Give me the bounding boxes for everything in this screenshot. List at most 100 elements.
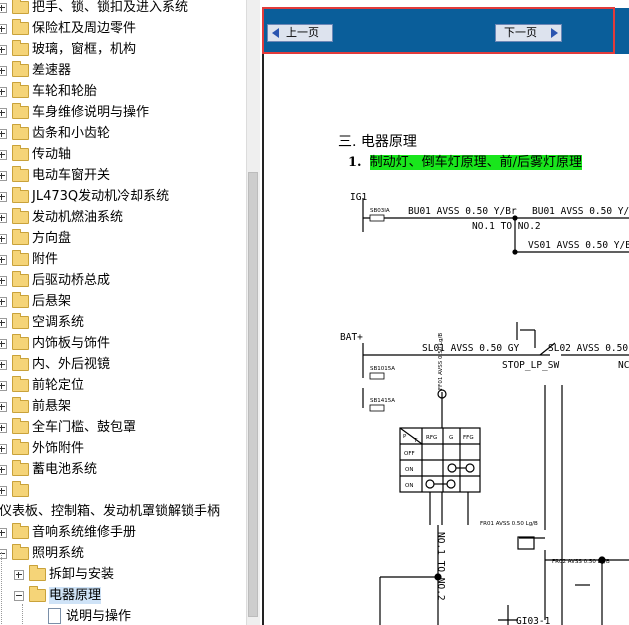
- subheading-number: 1.: [348, 155, 362, 170]
- folder-icon: [12, 82, 29, 98]
- expand-icon[interactable]: [0, 339, 7, 349]
- tree-item-label: 传动轴: [32, 147, 72, 162]
- folder-icon: [12, 208, 29, 224]
- tree-item-label: 保险杠及周边零件: [32, 21, 137, 36]
- collapse-icon[interactable]: [14, 591, 24, 601]
- folder-icon: [12, 40, 29, 56]
- tree-item-label: 电动车窗开关: [32, 168, 111, 183]
- expand-icon[interactable]: [0, 171, 7, 181]
- expand-icon[interactable]: [0, 528, 7, 538]
- arrow-right-icon: [551, 28, 558, 38]
- next-page-button[interactable]: 下一页: [495, 24, 562, 42]
- wiring-schematic: IG1 SB03IA BU01 AVSS 0.50 Y/Br BU01 AVSS…: [340, 192, 629, 625]
- wire-label-4: SL01 AVSS 0.50 GY: [422, 343, 520, 354]
- expand-icon[interactable]: [0, 381, 7, 391]
- table-ffg: FFG: [463, 435, 474, 441]
- expand-icon[interactable]: [0, 297, 7, 307]
- expand-icon[interactable]: [0, 423, 7, 433]
- tree-guide-line: [1, 552, 2, 625]
- tree-item-label: 拆卸与安装: [49, 567, 115, 582]
- battery-label: BAT+: [340, 332, 363, 343]
- tree-guide-line: [22, 604, 23, 625]
- tree-item-label: JL473Q发动机冷却系统: [32, 189, 170, 204]
- document-icon: [48, 608, 61, 624]
- expand-icon[interactable]: [0, 276, 7, 286]
- expand-icon[interactable]: [14, 570, 24, 580]
- tree-item-label: 前悬架: [32, 399, 72, 414]
- fuse2-label: SB1015A: [370, 366, 395, 372]
- wire-label-1: BU01 AVSS 0.50 Y/Br: [408, 206, 517, 217]
- folder-icon: [12, 229, 29, 245]
- tree-scrollbar[interactable]: [246, 0, 260, 625]
- expand-icon[interactable]: [0, 213, 7, 223]
- ig1-label: IG1: [350, 192, 367, 203]
- wire-vertical-2: FR01 AVSS 0.50 Lg/B: [480, 521, 538, 527]
- tree-item-label: 发动机燃油系统: [32, 210, 124, 225]
- table-on-2: ON: [405, 483, 413, 489]
- scrollbar-thumb[interactable]: [248, 172, 258, 617]
- folder-icon: [12, 292, 29, 308]
- tree-item-label: 外饰附件: [32, 441, 85, 456]
- tree-item-label: 后悬架: [32, 294, 72, 309]
- tree-item-label: 空调系统: [32, 315, 85, 330]
- expand-icon[interactable]: [0, 108, 7, 118]
- ground-label: GI03-1: [516, 616, 551, 625]
- table-t: T: [413, 438, 418, 444]
- expand-icon[interactable]: [0, 486, 7, 496]
- tree-item-label: 玻璃，窗框，机构: [32, 42, 137, 57]
- table-rfg: RFG: [426, 435, 437, 441]
- previous-page-label: 上一页: [286, 26, 319, 39]
- folder-icon: [12, 19, 29, 35]
- subheading-text[interactable]: 制动灯、倒车灯原理、前/后雾灯原理: [369, 155, 582, 170]
- expand-icon[interactable]: [0, 444, 7, 454]
- fuse3-label: SB1415A: [370, 398, 395, 404]
- expand-icon[interactable]: [0, 150, 7, 160]
- folder-icon: [12, 376, 29, 392]
- expand-icon[interactable]: [0, 192, 7, 202]
- navigation-tree[interactable]: 把手、锁、锁扣及进入系统 保险杠及周边零件 玻璃，窗框，机构 差速器车轮和轮胎车身维修…: [0, 0, 246, 625]
- expand-icon[interactable]: [0, 234, 7, 244]
- tree-item-label: 音响系统维修手册: [32, 525, 137, 540]
- folder-icon: [12, 355, 29, 371]
- expand-icon[interactable]: [0, 87, 7, 97]
- folder-icon: [12, 313, 29, 329]
- folder-icon: [29, 586, 46, 602]
- folder-icon: [12, 103, 29, 119]
- switch-label: STOP_LP_SW: [502, 360, 559, 371]
- folder-icon: [29, 565, 46, 581]
- folder-icon: [12, 187, 29, 203]
- tree-item-label: 后驱动桥总成: [32, 273, 111, 288]
- expand-icon[interactable]: [0, 129, 7, 139]
- expand-icon[interactable]: [0, 318, 7, 328]
- folder-icon: [12, 124, 29, 140]
- document-heading: 三. 电器原理: [338, 134, 417, 150]
- fuse1-label: SB03IA: [370, 208, 390, 214]
- tree-item-label: 方向盘: [32, 231, 72, 246]
- tree-item-label: 蓄电池系统: [32, 462, 98, 477]
- table-on-1: ON: [405, 467, 413, 473]
- tree-item-label: 电器原理: [49, 587, 102, 604]
- previous-page-button[interactable]: 上一页: [267, 24, 333, 42]
- expand-icon[interactable]: [0, 24, 7, 34]
- expand-icon[interactable]: [0, 45, 7, 55]
- document-subheading: 1. 制动灯、倒车灯原理、前/后雾灯原理: [348, 151, 582, 170]
- expand-icon[interactable]: [0, 255, 7, 265]
- tree-item-label: 车身维修说明与操作: [32, 105, 150, 120]
- expand-icon[interactable]: [0, 465, 7, 475]
- arrow-left-icon: [272, 28, 279, 38]
- content-divider: [262, 54, 264, 625]
- tree-item-label: 内饰板与饰件: [32, 336, 111, 351]
- folder-icon: [12, 397, 29, 413]
- wire-label-2: BU01 AVSS 0.50 Y/Br: [532, 206, 629, 217]
- tree-item-label: 车轮和轮胎: [32, 84, 98, 99]
- expand-icon[interactable]: [0, 360, 7, 370]
- next-page-label: 下一页: [504, 26, 537, 39]
- expand-icon[interactable]: [0, 66, 7, 76]
- tree-item-label: 差速器: [32, 63, 72, 78]
- folder-icon: [12, 544, 29, 560]
- tree-item-label: 把手、锁、锁扣及进入系统: [32, 0, 189, 15]
- tree-item-label: 照明系统: [32, 546, 85, 561]
- expand-icon[interactable]: [0, 402, 7, 412]
- expand-icon[interactable]: [0, 3, 7, 13]
- table-off: OFF: [404, 451, 415, 457]
